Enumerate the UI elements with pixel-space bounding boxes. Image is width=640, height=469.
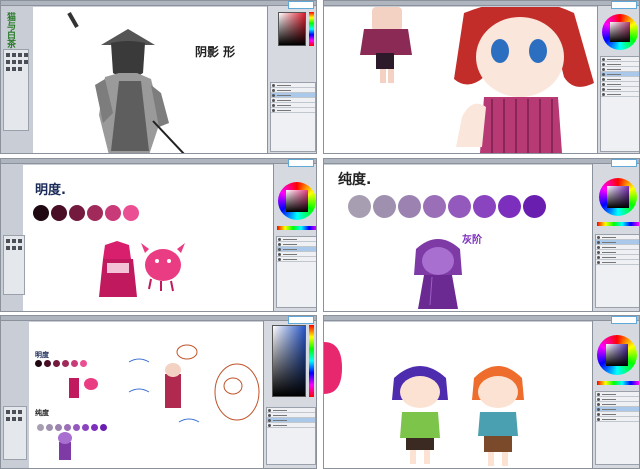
drawing-canvas[interactable] — [324, 7, 597, 153]
menu-bar[interactable] — [1, 159, 316, 164]
drawing-canvas[interactable]: 明度. — [23, 165, 273, 311]
right-dock — [263, 321, 316, 468]
tool-panel[interactable] — [3, 406, 27, 460]
gradient-bar[interactable] — [277, 226, 316, 230]
panel-5-overview-notes: 明度 纯度 — [0, 315, 317, 469]
right-dock — [267, 6, 316, 153]
layers-panel[interactable] — [595, 234, 639, 308]
panel-6-two-characters — [323, 315, 640, 469]
tool-panel[interactable] — [3, 235, 25, 295]
panel-1-sketch-grayscale: 阴影 形 — [0, 0, 317, 154]
right-dock — [273, 164, 316, 311]
tool-panel[interactable] — [3, 49, 29, 131]
color-wheel[interactable] — [597, 335, 637, 375]
hue-slider[interactable] — [309, 12, 314, 46]
drawing-canvas[interactable] — [324, 322, 592, 468]
watermark-logo — [611, 159, 637, 167]
color-picker-square[interactable] — [278, 12, 306, 46]
hue-slider[interactable] — [309, 325, 314, 397]
logo-vertical: 猫与白茶 — [5, 12, 15, 48]
menu-bar[interactable] — [324, 1, 639, 6]
drawing-canvas[interactable]: 明度 纯度 — [29, 322, 263, 468]
color-wheel[interactable] — [599, 178, 637, 216]
ronin-illustration — [67, 12, 185, 153]
right-dock — [597, 6, 639, 153]
layers-panel[interactable] — [595, 391, 639, 465]
watermark-logo — [288, 316, 314, 324]
watermark-logo — [611, 316, 637, 324]
color-picker-square[interactable] — [272, 325, 306, 397]
layers-panel[interactable] — [276, 236, 316, 308]
purple-girl-illustration — [414, 239, 462, 309]
color-wheel[interactable] — [602, 14, 638, 50]
tutorial-collage: 阴影 形 明度. 纯度. 灰阶 明度 纯度 猫与白茶 — [0, 0, 640, 469]
two-kids-illustration — [324, 342, 524, 466]
overview-sketches — [58, 344, 260, 460]
panel-2-character-color — [323, 0, 640, 154]
watermark-logo — [288, 159, 314, 167]
panel-4-saturation-swatches: 纯度. 灰阶 — [323, 158, 640, 312]
drawing-canvas[interactable]: 阴影 形 — [33, 7, 267, 153]
layers-panel[interactable] — [600, 56, 639, 152]
note-shadow-form: 阴影 形 — [195, 45, 236, 59]
watermark-logo — [611, 1, 637, 9]
drawing-canvas[interactable]: 纯度. 灰阶 — [324, 165, 592, 311]
right-dock — [592, 164, 639, 311]
color-wheel[interactable] — [278, 182, 316, 220]
right-dock — [592, 321, 639, 468]
red-hair-girl-illustration — [360, 7, 594, 153]
panel-3-brightness-swatches: 明度. — [0, 158, 317, 312]
gradient-bar[interactable] — [597, 381, 639, 385]
gradient-bar[interactable] — [597, 222, 639, 226]
layers-panel[interactable] — [270, 82, 316, 152]
pink-characters-illustration — [99, 241, 185, 297]
watermark-logo — [288, 1, 314, 9]
layers-panel[interactable] — [266, 407, 316, 465]
